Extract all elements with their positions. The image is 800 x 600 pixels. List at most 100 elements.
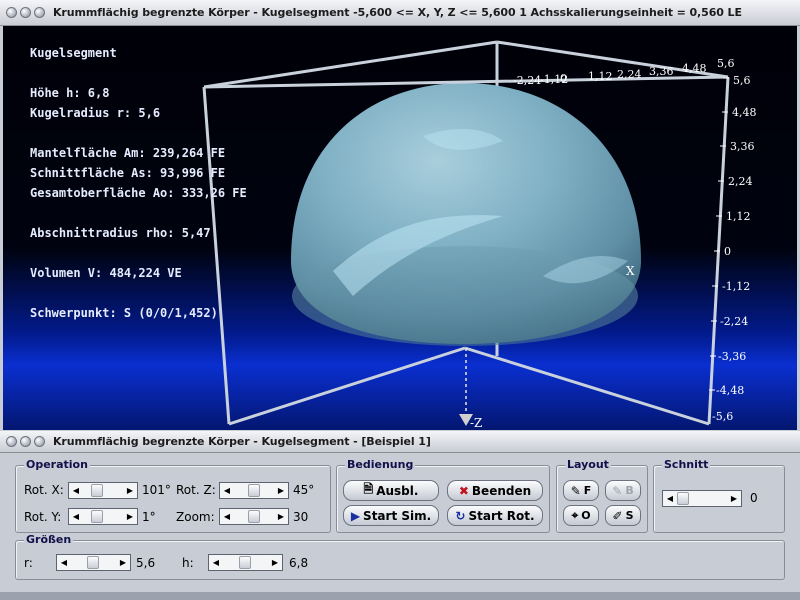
arrow-left-icon[interactable]: ◀ — [69, 483, 83, 498]
schnitt-slider[interactable]: ◀ ▶ — [662, 490, 742, 507]
y-tick-label: -2,24 — [720, 315, 749, 328]
ausbl-button[interactable]: 🗎 Ausbl. — [343, 480, 439, 501]
arrow-right-icon[interactable]: ▶ — [274, 509, 288, 524]
main-window-titlebar[interactable]: Krummflächig begrenzte Körper - Kugelseg… — [0, 0, 800, 26]
arrow-left-icon[interactable]: ◀ — [69, 509, 83, 524]
top-tick-label: 0 — [560, 72, 567, 85]
hide-icon: 🗎 — [363, 482, 374, 496]
arrow-right-icon[interactable]: ▶ — [116, 555, 130, 570]
r-value: 5,6 — [136, 556, 156, 570]
rotz-label: Rot. Z: — [176, 483, 216, 497]
schnitt-group: Schnitt ◀ ▶ 0 — [653, 458, 785, 533]
y-tick-label: -5,6 — [712, 410, 734, 423]
layout-f-label: F — [583, 484, 592, 497]
schnitt-slider-thumb[interactable] — [677, 492, 689, 505]
bedienung-group: Bedienung 🗎 Ausbl. ✖ Beenden ▶ Start Sim… — [336, 458, 550, 533]
h-slider[interactable]: ◀ ▶ — [208, 554, 283, 571]
rotx-slider[interactable]: ◀ ▶ — [68, 482, 138, 499]
minimize-window-button[interactable] — [20, 7, 31, 18]
window-controls — [6, 436, 45, 447]
rotx-label: Rot. X: — [24, 483, 64, 497]
r-slider[interactable]: ◀ ▶ — [56, 554, 131, 571]
h-slider-thumb[interactable] — [239, 556, 251, 569]
y-tick-label: 4,48 — [732, 106, 757, 119]
roty-value: 1° — [142, 510, 156, 524]
rotx-value: 101° — [142, 483, 171, 497]
top-tick-label: 2,24 — [617, 68, 642, 81]
control-window-title: Krummflächig begrenzte Körper - Kugelseg… — [53, 435, 431, 448]
roty-label: Rot. Y: — [24, 510, 62, 524]
y-tick-label: -1,12 — [722, 280, 751, 293]
top-tick-label: 5,6 — [717, 57, 735, 70]
main-window-title: Krummflächig begrenzte Körper - Kugelseg… — [53, 6, 742, 19]
paint-icon: ✐ — [612, 508, 623, 523]
roty-slider-thumb[interactable] — [91, 510, 103, 523]
r-slider-thumb[interactable] — [87, 556, 99, 569]
rotx-slider-thumb[interactable] — [91, 484, 103, 497]
info-schnittflaeche: Schnittfläche As: 93,996 FE — [30, 166, 226, 180]
arrow-left-icon[interactable]: ◀ — [663, 491, 677, 506]
brush-icon: ✎ — [612, 483, 623, 498]
h-value: 6,8 — [289, 556, 309, 570]
schnitt-group-title: Schnitt — [662, 458, 711, 471]
control-panel: Operation Rot. X: ◀ ▶ 101° Rot. Y: ◀ ▶ 1… — [3, 454, 797, 600]
r-label: r: — [24, 556, 33, 570]
info-kugelradius: Kugelradius r: 5,6 — [30, 106, 161, 120]
layout-s-button[interactable]: ✐ S — [605, 505, 641, 526]
ausbl-button-label: Ausbl. — [376, 483, 419, 498]
close-window-button[interactable] — [6, 7, 17, 18]
start-sim-button[interactable]: ▶ Start Sim. — [343, 505, 439, 526]
layout-f-button[interactable]: ✎ F — [563, 480, 599, 501]
bedienung-group-title: Bedienung — [345, 458, 416, 471]
maximize-window-button[interactable] — [34, 436, 45, 447]
info-volumen: Volumen V: 484,224 VE — [30, 266, 182, 280]
arrow-right-icon[interactable]: ▶ — [123, 483, 137, 498]
info-hoehe: Höhe h: 6,8 — [30, 86, 110, 100]
layout-o-button[interactable]: ⌖ O — [563, 505, 599, 526]
arrow-right-icon[interactable]: ▶ — [268, 555, 282, 570]
zoom-slider-thumb[interactable] — [248, 510, 260, 523]
y-tick-label: 2,24 — [728, 175, 753, 188]
schnitt-value: 0 — [750, 491, 758, 505]
y-tick-label: -3,36 — [718, 350, 747, 363]
minimize-window-button[interactable] — [20, 436, 31, 447]
close-x-icon: ✖ — [458, 483, 469, 498]
roty-slider[interactable]: ◀ ▶ — [68, 508, 138, 525]
3d-scene-viewport[interactable]: Kugelsegment Höhe h: 6,8 Kugelradius r: … — [3, 26, 797, 430]
groessen-group: Größen r: ◀ ▶ 5,6 h: ◀ ▶ 6,8 — [15, 533, 785, 580]
rotz-slider-thumb[interactable] — [248, 484, 260, 497]
arrow-left-icon[interactable]: ◀ — [209, 555, 223, 570]
arrow-left-icon[interactable]: ◀ — [220, 483, 234, 498]
layout-s-label: S — [625, 509, 634, 522]
maximize-window-button[interactable] — [34, 7, 45, 18]
control-window-titlebar[interactable]: Krummflächig begrenzte Körper - Kugelseg… — [0, 431, 800, 453]
beenden-button-label: Beenden — [471, 483, 532, 498]
arrow-left-icon[interactable]: ◀ — [220, 509, 234, 524]
start-rot-button[interactable]: ↻ Start Rot. — [447, 505, 543, 526]
layout-group-title: Layout — [565, 458, 611, 471]
close-window-button[interactable] — [6, 436, 17, 447]
layout-b-button[interactable]: ✎ B — [605, 480, 641, 501]
arrow-right-icon[interactable]: ▶ — [274, 483, 288, 498]
beenden-button[interactable]: ✖ Beenden — [447, 480, 543, 501]
bottom-edge — [0, 592, 800, 600]
top-tick-label: 4,48 — [682, 62, 707, 75]
arrow-left-icon[interactable]: ◀ — [57, 555, 71, 570]
brush-icon: ✎ — [570, 483, 581, 498]
layout-o-label: O — [581, 509, 591, 522]
y-tick-label: -4,48 — [716, 384, 745, 397]
arrow-right-icon[interactable]: ▶ — [123, 509, 137, 524]
zoom-slider[interactable]: ◀ ▶ — [219, 508, 289, 525]
rotz-slider[interactable]: ◀ ▶ — [219, 482, 289, 499]
arrow-right-icon[interactable]: ▶ — [727, 491, 741, 506]
y-tick-label: 1,12 — [726, 210, 751, 223]
window-controls — [6, 7, 45, 18]
operation-group-title: Operation — [24, 458, 90, 471]
info-gesamtoberflaeche: Gesamtoberfläche Ao: 333,26 FE — [30, 186, 247, 200]
start-rot-button-label: Start Rot. — [468, 508, 535, 523]
layout-group: Layout ✎ F ✎ B ⌖ O ✐ S — [556, 458, 648, 533]
zoom-value: 30 — [293, 510, 309, 524]
layout-b-label: B — [625, 484, 634, 497]
info-mantelflaeche: Mantelfläche Am: 239,264 FE — [30, 146, 226, 160]
start-sim-button-label: Start Sim. — [363, 508, 432, 523]
